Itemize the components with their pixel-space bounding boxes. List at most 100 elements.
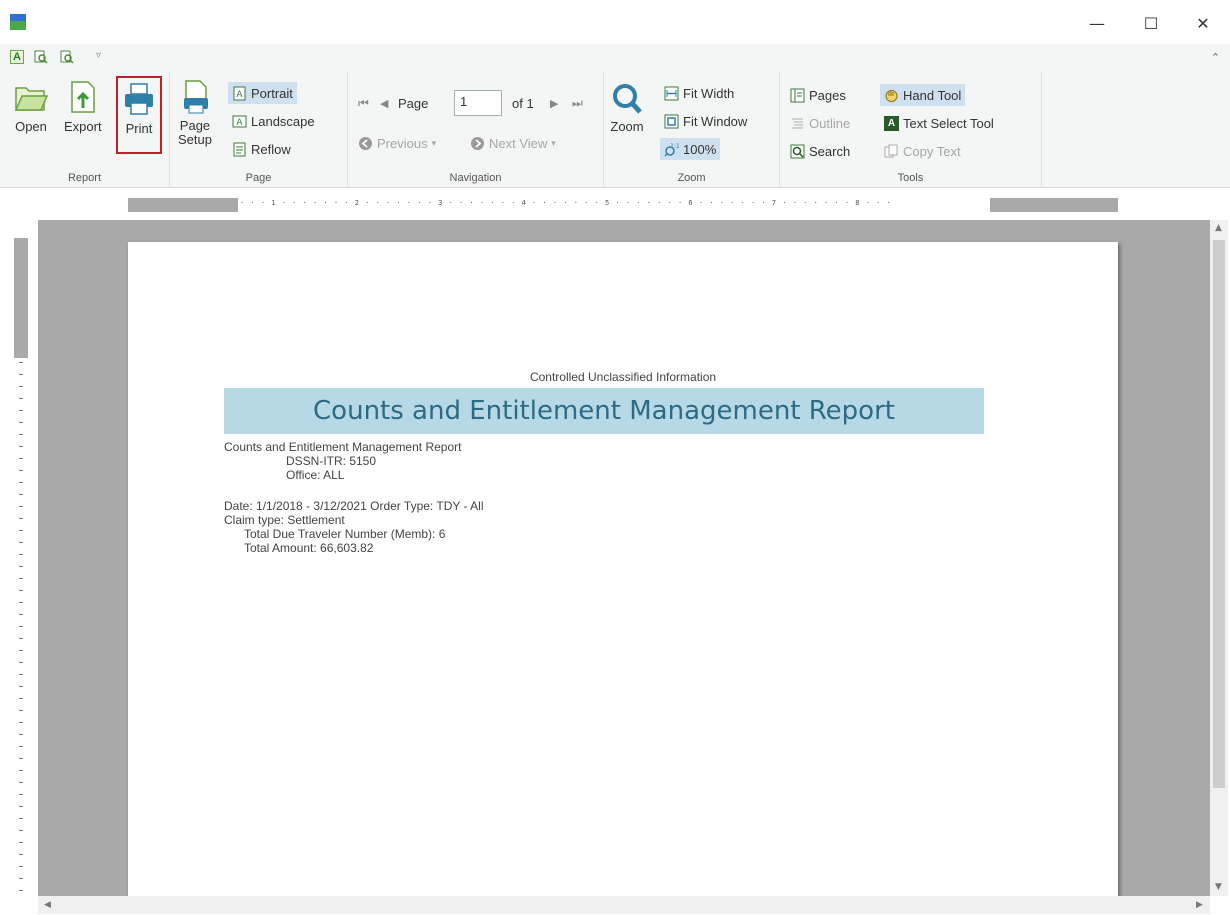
search-icon xyxy=(790,144,805,159)
page-text-label: Page xyxy=(394,92,432,114)
landscape-button[interactable]: A Landscape xyxy=(228,110,319,132)
copy-text-label: Copy Text xyxy=(903,143,961,159)
total-due-line: Total Due Traveler Number (Memb): 6 xyxy=(244,527,446,541)
group-label-report: Report xyxy=(67,172,102,184)
fit-width-button[interactable]: Fit Width xyxy=(660,82,738,104)
page-setup-icon xyxy=(178,78,212,116)
open-label: Open xyxy=(15,119,47,134)
group-report: Open Export Print Report xyxy=(0,72,170,188)
horizontal-ruler: · · · 1 · · · · · · · 2 · · · · · · · 3 … xyxy=(128,198,1118,212)
ruler-ticks-vertical xyxy=(19,362,23,892)
outline-icon xyxy=(790,116,805,131)
zoom-button[interactable]: Zoom xyxy=(610,82,644,134)
reflow-button[interactable]: Reflow xyxy=(228,138,295,160)
group-label-tools: Tools xyxy=(897,172,924,184)
text-select-tool-label: Text Select Tool xyxy=(903,115,994,131)
outline-button[interactable]: Outline xyxy=(786,112,854,134)
group-tools: Pages Outline Search Hand Tool A Text Se… xyxy=(780,72,1042,188)
search-button[interactable]: Search xyxy=(786,140,854,162)
horizontal-scrollbar[interactable]: ◀ ▶ xyxy=(38,896,1210,914)
fit-width-icon xyxy=(664,86,679,101)
page-setup-label: Page Setup xyxy=(178,119,212,147)
page-setup-label-line1: Page xyxy=(179,118,211,133)
copy-icon xyxy=(884,144,899,159)
search-label: Search xyxy=(809,143,851,159)
app-icon xyxy=(10,14,26,30)
customize-qat-icon[interactable]: ▿ xyxy=(96,50,101,61)
previous-view-icon xyxy=(358,136,373,151)
group-label-zoom: Zoom xyxy=(677,172,706,184)
page-text: Page xyxy=(398,95,429,111)
page-setup-button[interactable]: Page Setup xyxy=(178,78,212,147)
previous-view-button[interactable]: Previous ▾ xyxy=(354,132,440,154)
last-page-icon: ⏭ xyxy=(572,95,583,110)
page-number-input[interactable]: 1 xyxy=(454,90,502,116)
last-page-button[interactable]: ⏭ xyxy=(568,92,587,114)
page-setup-label-line2: Setup xyxy=(178,132,212,147)
group-zoom: Zoom Fit Width Fit Window 1:1 100% Zoom xyxy=(604,72,780,188)
quick-print-icon[interactable] xyxy=(60,50,74,64)
copy-text-button[interactable]: Copy Text xyxy=(880,140,965,162)
landscape-label: Landscape xyxy=(251,113,315,129)
document-page: Controlled Unclassified Information Coun… xyxy=(128,242,1118,896)
maximize-button[interactable]: ☐ xyxy=(1128,8,1174,38)
group-page: Page Setup A Portrait A Landscape Reflow … xyxy=(170,72,348,188)
portrait-icon: A xyxy=(232,86,247,101)
text-select-tool-button[interactable]: A Text Select Tool xyxy=(880,112,998,134)
hand-tool-button[interactable]: Hand Tool xyxy=(880,84,966,106)
document-viewer[interactable]: Controlled Unclassified Information Coun… xyxy=(38,220,1210,896)
vertical-ruler xyxy=(14,238,28,894)
previous-view-dropdown-icon: ▾ xyxy=(431,137,437,148)
total-amount-line: Total Amount: 66,603.82 xyxy=(244,541,374,555)
portrait-button[interactable]: A Portrait xyxy=(228,82,297,104)
zoom-100-icon: 1:1 xyxy=(664,142,680,157)
ruler-margin-top xyxy=(14,238,28,358)
print-label: Print xyxy=(125,121,153,136)
reflow-label: Reflow xyxy=(251,141,291,157)
previous-page-button[interactable]: ◀ xyxy=(376,92,392,114)
zoom-label: Zoom xyxy=(610,119,644,134)
text-select-icon[interactable]: A xyxy=(10,50,24,64)
svg-text:A: A xyxy=(236,90,243,100)
fit-width-label: Fit Width xyxy=(683,85,735,101)
fit-window-label: Fit Window xyxy=(683,113,748,129)
date-line: Date: 1/1/2018 - 3/12/2021 Order Type: T… xyxy=(224,499,484,513)
print-button[interactable]: Print xyxy=(116,76,162,154)
page-count-text: of 1 xyxy=(512,95,534,111)
cui-banner: Controlled Unclassified Information xyxy=(529,370,717,384)
group-label-navigation: Navigation xyxy=(449,172,502,184)
dssn-line: DSSN-ITR: 5150 xyxy=(286,454,377,468)
first-page-icon: ⏮ xyxy=(358,95,369,110)
scroll-left-icon[interactable]: ◀ xyxy=(44,900,51,910)
reflow-icon xyxy=(232,142,247,157)
open-button[interactable]: Open xyxy=(14,78,49,134)
print-preview-icon[interactable] xyxy=(34,50,48,64)
vertical-scroll-thumb[interactable] xyxy=(1213,240,1225,788)
outline-label: Outline xyxy=(809,115,851,131)
scroll-down-icon[interactable]: ▼ xyxy=(1215,882,1222,892)
fit-window-button[interactable]: Fit Window xyxy=(660,110,751,132)
zoom-100-button[interactable]: 1:1 100% xyxy=(660,138,721,160)
next-view-button[interactable]: Next View ▾ xyxy=(466,132,560,154)
group-navigation: ⏮ ◀ Page 1 of 1 ▶ ⏭ Previous ▾ Next View… xyxy=(348,72,604,188)
export-button[interactable]: Export xyxy=(64,78,102,134)
close-button[interactable]: ✕ xyxy=(1180,8,1226,38)
zoom-100-label: 100% xyxy=(683,141,717,157)
printer-icon xyxy=(122,80,156,118)
scroll-up-icon[interactable]: ▲ xyxy=(1215,223,1222,233)
landscape-icon: A xyxy=(232,114,247,129)
collapse-ribbon-icon[interactable]: ⌃ xyxy=(1211,51,1220,64)
portrait-label: Portrait xyxy=(251,85,293,101)
next-page-button[interactable]: ▶ xyxy=(546,92,562,114)
scroll-right-icon[interactable]: ▶ xyxy=(1196,900,1203,910)
minimize-button[interactable]: — xyxy=(1074,8,1120,38)
quick-access-toolbar: A ▿ ⌃ xyxy=(0,44,1230,72)
first-page-button[interactable]: ⏮ xyxy=(354,92,373,114)
vertical-scrollbar[interactable]: ▲ ▼ xyxy=(1210,220,1228,896)
next-view-label: Next View xyxy=(489,135,548,151)
pages-button[interactable]: Pages xyxy=(786,84,850,106)
claim-type-line: Claim type: Settlement xyxy=(224,513,345,527)
hand-tool-label: Hand Tool xyxy=(903,87,962,103)
pages-label: Pages xyxy=(809,87,846,103)
svg-text:A: A xyxy=(236,118,243,128)
